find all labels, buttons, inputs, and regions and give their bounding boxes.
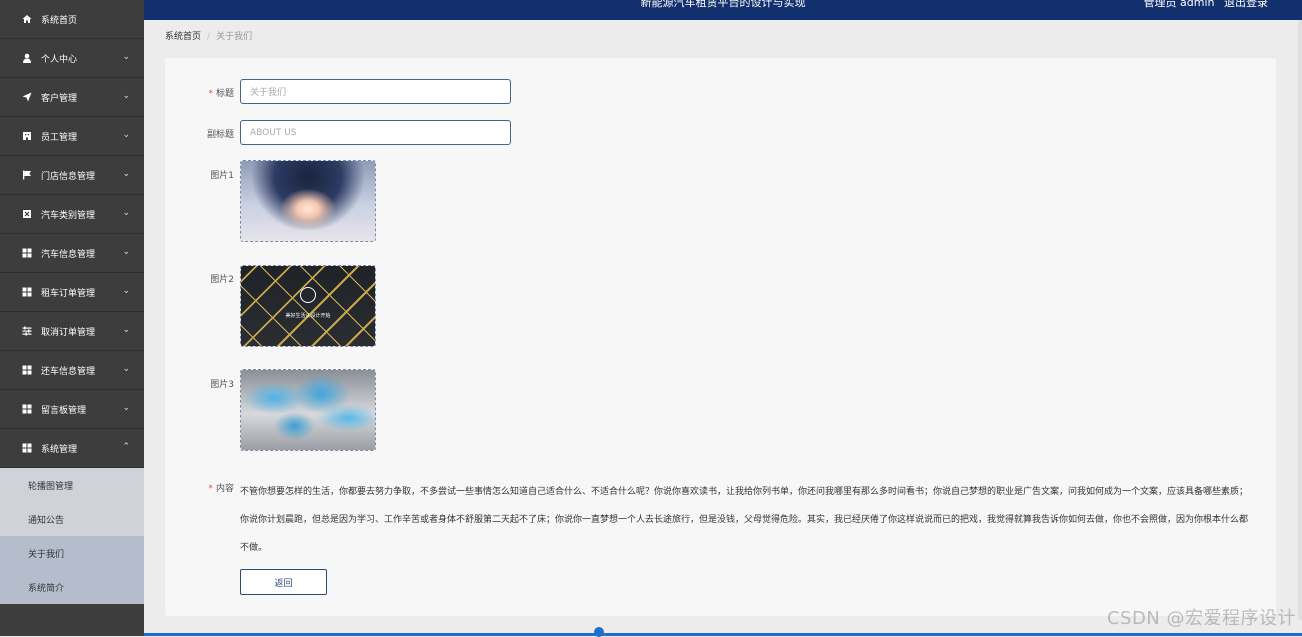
sidebar-item-car-category[interactable]: 汽车类别管理 ⌄ bbox=[0, 195, 144, 234]
sidebar-item-label: 取消订单管理 bbox=[41, 327, 96, 338]
app-title: 新能源汽车租赁平台的设计与实现 bbox=[640, 0, 806, 9]
sidebar-item-return[interactable]: 还车信息管理 ⌄ bbox=[0, 351, 144, 390]
sidebar-item-customer[interactable]: 客户管理 ⌄ bbox=[0, 78, 144, 117]
send-icon bbox=[22, 92, 32, 102]
header-bar: 新能源汽车租赁平台的设计与实现 管理员 admin 退出登录 bbox=[144, 0, 1302, 20]
submenu-item-system-intro[interactable]: 系统简介 bbox=[0, 570, 144, 604]
grid-icon bbox=[22, 365, 32, 375]
grid-icon bbox=[22, 443, 32, 453]
sidebar-item-cancel-order[interactable]: 取消订单管理 ⌄ bbox=[0, 312, 144, 351]
title-label-text: 标题 bbox=[215, 89, 234, 99]
sidebar: 系统首页 个人中心 ⌄ 客户管理 ⌄ 员工管理 ⌄ 门店信息管理 ⌄ 汽车类别管… bbox=[0, 0, 144, 636]
watermark: CSDN @宏爱程序设计 bbox=[1106, 608, 1296, 629]
sidebar-item-label: 门店信息管理 bbox=[41, 171, 96, 182]
chevron-down-icon: ⌄ bbox=[122, 130, 130, 140]
detail-form-card: * 标题 关于我们 副标题 ABOUT US 图片1 图片2 美好生活从设计开始 … bbox=[165, 58, 1276, 616]
sidebar-item-staff[interactable]: 员工管理 ⌄ bbox=[0, 117, 144, 156]
title-label: * 标题 bbox=[174, 86, 234, 99]
sidebar-item-label: 系统管理 bbox=[41, 444, 78, 455]
chevron-down-icon: ⌄ bbox=[122, 286, 130, 296]
sidebar-item-personal-center[interactable]: 个人中心 ⌄ bbox=[0, 39, 144, 78]
chevron-down-icon: ⌄ bbox=[122, 364, 130, 374]
box-icon bbox=[22, 209, 32, 219]
sidebar-item-car-info[interactable]: 汽车信息管理 ⌄ bbox=[0, 234, 144, 273]
breadcrumb-current: 关于我们 bbox=[216, 32, 253, 42]
system-submenu: 轮播图管理 通知公告 关于我们 系统简介 bbox=[0, 468, 144, 604]
chevron-down-icon: ⌄ bbox=[122, 403, 130, 413]
content-label-text: 内容 bbox=[215, 484, 234, 494]
user-label: 管理员 admin bbox=[1143, 0, 1215, 9]
submenu-item-notice[interactable]: 通知公告 bbox=[0, 502, 144, 536]
breadcrumb: 系统首页 / 关于我们 bbox=[165, 29, 252, 42]
content-label: * 内容 bbox=[174, 481, 234, 494]
image1-thumbnail[interactable] bbox=[240, 160, 376, 242]
sidebar-item-label: 汽车类别管理 bbox=[41, 210, 96, 221]
chevron-down-icon: ⌄ bbox=[122, 325, 130, 335]
flag-icon bbox=[22, 170, 32, 180]
sidebar-item-label: 系统首页 bbox=[41, 15, 78, 26]
grid-icon bbox=[22, 404, 32, 414]
image3-thumbnail[interactable] bbox=[240, 369, 376, 451]
submenu-item-carousel[interactable]: 轮播图管理 bbox=[0, 468, 144, 502]
sidebar-item-system[interactable]: 系统管理 ⌃ bbox=[0, 429, 144, 468]
image1-label: 图片1 bbox=[210, 171, 234, 181]
chevron-up-icon: ⌃ bbox=[122, 442, 130, 452]
sidebar-item-label: 汽车信息管理 bbox=[41, 249, 96, 260]
image2-label: 图片2 bbox=[210, 275, 234, 285]
sidebar-item-message-board[interactable]: 留言板管理 ⌄ bbox=[0, 390, 144, 429]
required-mark: * bbox=[208, 89, 213, 99]
sidebar-item-label: 还车信息管理 bbox=[41, 366, 96, 377]
chevron-down-icon: ⌄ bbox=[122, 52, 130, 62]
image3-label: 图片3 bbox=[210, 380, 234, 390]
play-icon bbox=[300, 286, 316, 303]
chevron-down-icon: ⌄ bbox=[122, 169, 130, 179]
sidebar-item-rental-order[interactable]: 租车订单管理 ⌄ bbox=[0, 273, 144, 312]
chevron-down-icon: ⌄ bbox=[122, 247, 130, 257]
submenu-item-about-us[interactable]: 关于我们 bbox=[0, 536, 144, 570]
required-mark: * bbox=[208, 484, 213, 494]
chevron-down-icon: ⌄ bbox=[122, 208, 130, 218]
sidebar-item-label: 留言板管理 bbox=[41, 405, 87, 416]
sidebar-item-label: 个人中心 bbox=[41, 54, 78, 65]
title-field[interactable]: 关于我们 bbox=[240, 79, 511, 104]
content-text: 不管你想要怎样的生活，你都要去努力争取，不多尝试一些事情怎么知道自己适合什么、不… bbox=[240, 487, 1249, 553]
sidebar-item-store[interactable]: 门店信息管理 ⌄ bbox=[0, 156, 144, 195]
breadcrumb-home[interactable]: 系统首页 bbox=[165, 32, 201, 42]
image1-picture bbox=[241, 161, 375, 241]
subtitle-label: 副标题 bbox=[206, 130, 234, 140]
building-icon bbox=[22, 131, 32, 141]
sidebar-item-label: 员工管理 bbox=[41, 132, 78, 143]
image2-caption: 美好生活从设计开始 bbox=[285, 313, 331, 320]
chevron-down-icon: ⌄ bbox=[122, 91, 130, 101]
sidebar-item-home[interactable]: 系统首页 bbox=[0, 0, 144, 39]
sidebar-item-label: 租车订单管理 bbox=[41, 288, 96, 299]
user-area: 管理员 admin 退出登录 bbox=[1138, 0, 1268, 10]
sliders-icon bbox=[22, 326, 32, 336]
image3-picture bbox=[241, 370, 375, 450]
subtitle-field[interactable]: ABOUT US bbox=[240, 120, 511, 145]
home-icon bbox=[22, 14, 32, 24]
back-button[interactable]: 返回 bbox=[240, 569, 327, 595]
image2-thumbnail[interactable]: 美好生活从设计开始 bbox=[240, 265, 376, 347]
logout-link[interactable]: 退出登录 bbox=[1224, 0, 1268, 9]
sidebar-item-label: 客户管理 bbox=[41, 93, 78, 104]
grid-icon bbox=[22, 248, 32, 258]
breadcrumb-separator: / bbox=[207, 32, 211, 42]
scrollbar[interactable] bbox=[1298, 20, 1302, 620]
grid-icon bbox=[22, 287, 32, 297]
image2-picture: 美好生活从设计开始 bbox=[241, 266, 375, 346]
user-icon bbox=[22, 53, 32, 63]
